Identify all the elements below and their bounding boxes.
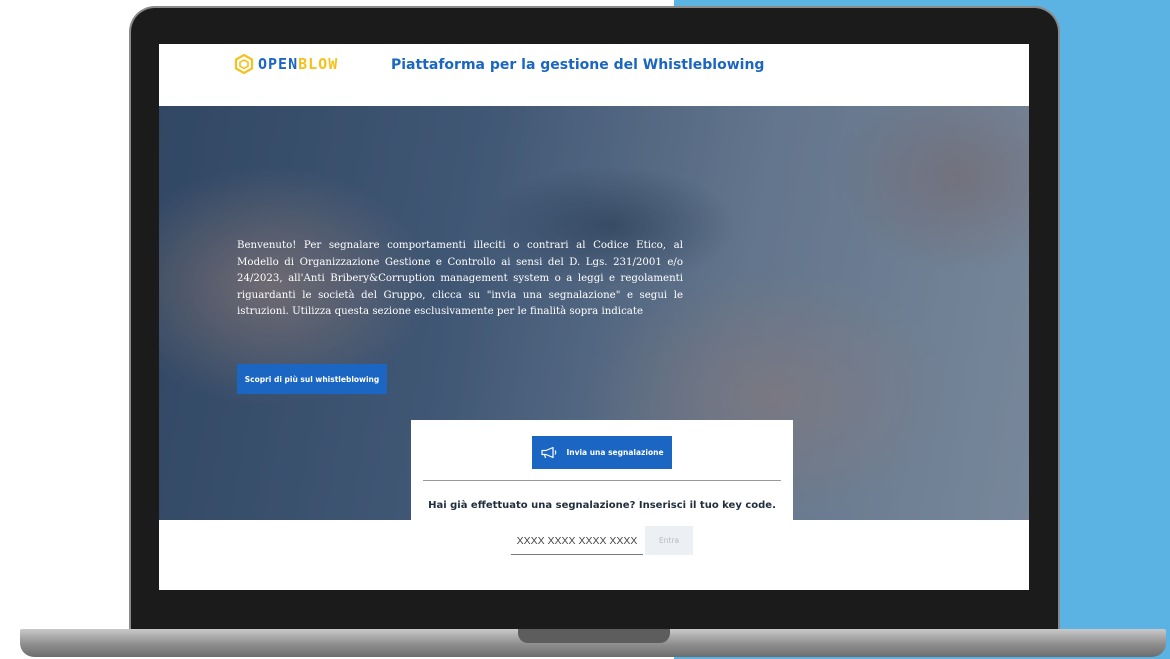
logo-wordmark: OPENBLOW bbox=[258, 55, 338, 73]
logo-text-blow: BLOW bbox=[298, 55, 339, 73]
laptop-notch bbox=[518, 629, 670, 643]
send-report-button[interactable]: Invia una segnalazione bbox=[532, 436, 672, 469]
platform-title: Piattaforma per la gestione del Whistleb… bbox=[391, 57, 765, 73]
report-card: Invia una segnalazione Hai già effettuat… bbox=[411, 420, 793, 590]
key-code-input[interactable] bbox=[511, 527, 643, 555]
logo-text-open: OPEN bbox=[258, 55, 299, 73]
megaphone-icon bbox=[541, 446, 557, 459]
discover-whistleblowing-button[interactable]: Scopri di più sul whistleblowing bbox=[237, 364, 387, 394]
site-header: OPENBLOW Piattaforma per la gestione del… bbox=[159, 44, 1029, 106]
send-report-label: Invia una segnalazione bbox=[566, 448, 664, 457]
key-code-prompt: Hai già effettuato una segnalazione? Ins… bbox=[428, 500, 776, 511]
card-divider bbox=[423, 480, 781, 481]
laptop-screen: OPENBLOW Piattaforma per la gestione del… bbox=[159, 44, 1029, 590]
welcome-text: Benvenuto! Per segnalare comportamenti i… bbox=[237, 240, 683, 318]
hexagon-cube-logo-icon bbox=[234, 54, 254, 74]
enter-button[interactable]: Entra bbox=[645, 526, 693, 555]
openblow-logo[interactable]: OPENBLOW bbox=[234, 54, 338, 74]
